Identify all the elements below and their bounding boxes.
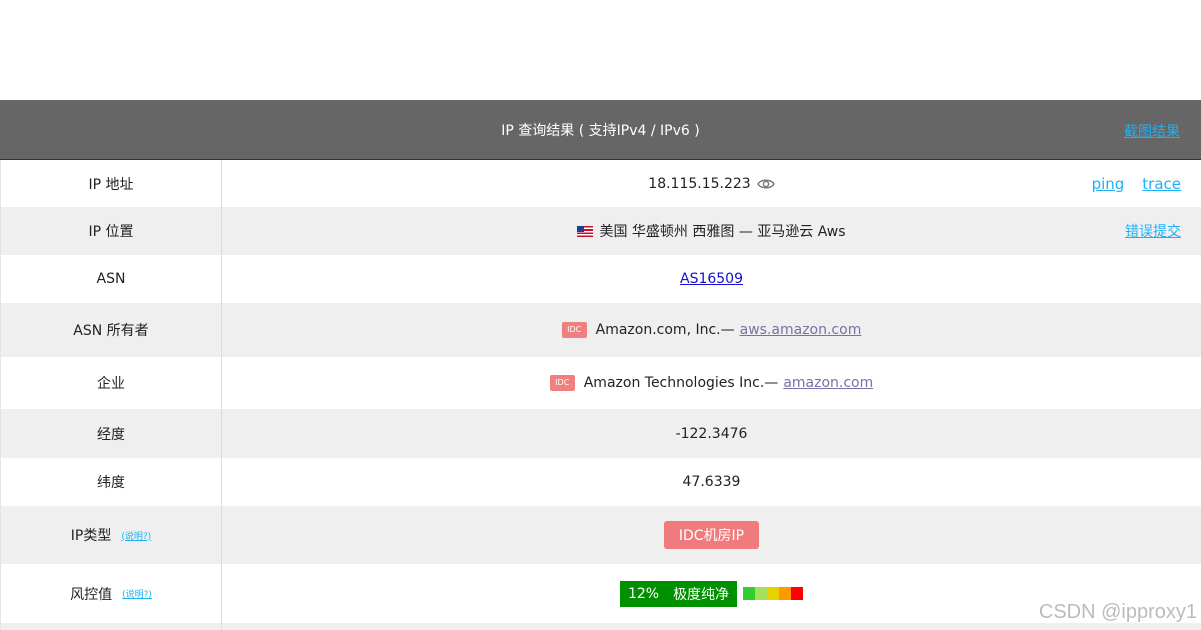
asn-owner-domain-link[interactable]: aws.amazon.com [740, 322, 862, 338]
value-ip-address: 18.115.15.223 ping trace [222, 160, 1201, 207]
value-ip-type: IDC机房IP [222, 506, 1201, 564]
value-asn: AS16509 [222, 255, 1201, 303]
risk-percent: 12% [627, 585, 660, 602]
risk-color-scale [743, 587, 803, 600]
top-blank-area [0, 0, 1201, 100]
risk-scale-segment [743, 587, 755, 600]
value-ip-location: 美国 华盛顿州 西雅图 — 亚马逊云 Aws 错误提交 [222, 207, 1201, 255]
row-longitude: 经度 -122.3476 [0, 409, 1201, 458]
ip-type-badge: IDC机房IP [663, 521, 760, 549]
value-longitude: -122.3476 [675, 425, 748, 442]
value-asn-owner: IDC Amazon.com, Inc.— aws.amazon.com [222, 303, 1201, 357]
row-asn-owner: ASN 所有者 IDC Amazon.com, Inc.— aws.amazon… [0, 303, 1201, 357]
trace-link[interactable]: trace [1142, 175, 1181, 193]
value-company: IDC Amazon Technologies Inc.— amazon.com [222, 357, 1201, 409]
asn-link[interactable]: AS16509 [680, 271, 743, 287]
report-error-link[interactable]: 错误提交 [1125, 221, 1181, 241]
value-next-partial [222, 623, 1201, 630]
label-ip-type: IP类型 (说明?) [1, 506, 222, 564]
label-company: 企业 [1, 357, 222, 409]
csdn-watermark: CSDN @ipproxy1 [1038, 601, 1197, 623]
location-text: 美国 华盛顿州 西雅图 — 亚马逊云 Aws [599, 224, 846, 240]
risk-scale-segment [755, 587, 767, 600]
screenshot-result-link[interactable]: 截图结果 [1124, 121, 1180, 141]
company-text: Amazon Technologies Inc.— [583, 375, 779, 391]
risk-scale-segment [779, 587, 791, 600]
risk-label-text: 风控值 [70, 586, 113, 603]
ip-type-label-text: IP类型 [70, 528, 112, 544]
ip-type-explain-link[interactable]: (说明?) [121, 529, 151, 542]
label-next-partial [1, 623, 222, 630]
us-flag-icon [577, 225, 594, 237]
label-ip-location: IP 位置 [1, 207, 222, 255]
value-latitude: 47.6339 [682, 474, 741, 490]
label-asn-owner: ASN 所有者 [1, 303, 222, 357]
risk-scale-segment [767, 587, 779, 600]
label-risk-score: 风控值 (说明?) [1, 564, 222, 623]
idc-badge: IDC [549, 375, 575, 391]
result-table: IP 地址 18.115.15.223 ping trace IP 位置 美国 … [0, 160, 1201, 630]
asn-owner-text: Amazon.com, Inc.— [595, 322, 735, 338]
location-tools: 错误提交 [1125, 207, 1181, 255]
ping-link[interactable]: ping [1092, 175, 1125, 193]
row-ip-type: IP类型 (说明?) IDC机房IP [0, 506, 1201, 564]
ip-tools: ping trace [1092, 160, 1181, 207]
row-risk-score: 风控值 (说明?) 12% 极度纯净 [0, 564, 1201, 623]
row-ip-address: IP 地址 18.115.15.223 ping trace [0, 160, 1201, 207]
result-header: IP 查询结果 ( 支持IPv4 / IPv6 ) 截图结果 [0, 100, 1201, 160]
risk-indicator: 12% 极度纯净 [620, 580, 803, 607]
ip-address-text: 18.115.15.223 [648, 175, 751, 192]
page-title: IP 查询结果 ( 支持IPv4 / IPv6 ) [501, 123, 700, 139]
row-next-partial [0, 623, 1201, 630]
label-latitude: 纬度 [1, 458, 222, 506]
row-company: 企业 IDC Amazon Technologies Inc.— amazon.… [0, 357, 1201, 409]
label-ip-address: IP 地址 [1, 160, 222, 207]
row-ip-location: IP 位置 美国 华盛顿州 西雅图 — 亚马逊云 Aws 错误提交 [0, 207, 1201, 255]
risk-scale-segment [791, 587, 803, 600]
company-domain-link[interactable]: amazon.com [783, 375, 873, 391]
risk-level: 极度纯净 [673, 586, 730, 603]
label-asn: ASN [1, 255, 222, 303]
risk-badge: 12% 极度纯净 [620, 580, 737, 607]
row-latitude: 纬度 47.6339 [0, 458, 1201, 506]
idc-badge: IDC [561, 322, 587, 338]
eye-icon[interactable] [756, 178, 775, 190]
row-asn: ASN AS16509 [0, 255, 1201, 303]
risk-explain-link[interactable]: (说明?) [122, 587, 152, 600]
label-longitude: 经度 [1, 409, 222, 458]
